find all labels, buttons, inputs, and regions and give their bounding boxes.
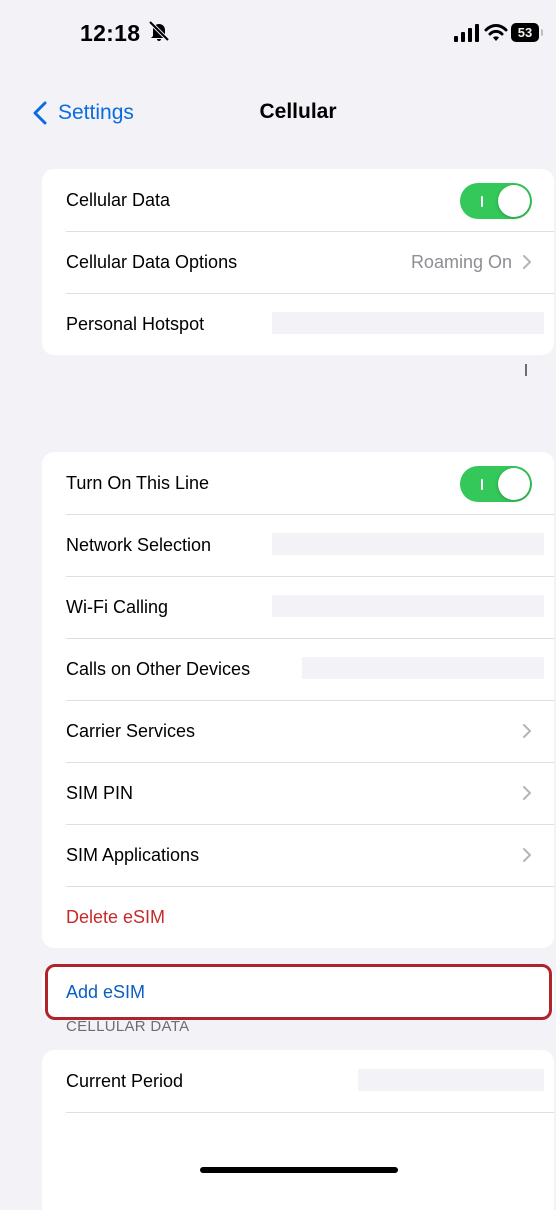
delete-esim-row[interactable]: Delete eSIM	[42, 886, 554, 948]
personal-hotspot-row[interactable]: Personal Hotspot	[42, 293, 554, 355]
silent-bell-icon	[148, 20, 170, 42]
redacted-value	[272, 533, 544, 555]
add-esim-row[interactable]: Add eSIM	[42, 966, 554, 1018]
current-period-row: Current Period	[42, 1050, 554, 1112]
usage-group: Current Period	[42, 1050, 554, 1210]
sim-applications-row[interactable]: SIM Applications	[42, 824, 554, 886]
wifi-icon	[484, 24, 508, 41]
cellular-data-section-header: CELLULAR DATA	[66, 1018, 190, 1035]
toggle-knob	[498, 468, 530, 500]
network-selection-label: Network Selection	[66, 534, 212, 555]
turn-on-line-label: Turn On This Line	[66, 472, 210, 493]
cellular-data-group: Cellular Data Cellular Data Options Roam…	[42, 169, 554, 355]
cellular-data-options-value: Roaming On	[410, 251, 512, 272]
next-row	[42, 1112, 554, 1174]
sim-pin-row[interactable]: SIM PIN	[42, 762, 554, 824]
cellular-data-label: Cellular Data	[66, 189, 171, 210]
wifi-calling-label: Wi-Fi Calling	[66, 596, 169, 617]
turn-on-line-row: Turn On This Line	[42, 452, 554, 514]
redacted-value	[358, 1069, 544, 1091]
sim-applications-chevron-group	[512, 824, 532, 886]
cellular-data-options-value-group: Roaming On	[411, 231, 532, 293]
sim-pin-chevron-group	[512, 762, 532, 824]
redacted-value	[302, 657, 544, 679]
cellular-data-row: Cellular Data	[42, 169, 554, 231]
home-indicator[interactable]	[200, 1167, 398, 1173]
wifi-calling-row[interactable]: Wi-Fi Calling	[42, 576, 554, 638]
calls-other-devices-label: Calls on Other Devices	[66, 658, 251, 679]
cellular-data-options-row[interactable]: Cellular Data Options Roaming On	[42, 231, 554, 293]
redacted-value	[272, 312, 544, 334]
chevron-right-icon	[523, 255, 531, 269]
network-selection-row[interactable]: Network Selection	[42, 514, 554, 576]
navigation-bar: Settings Cellular	[22, 84, 556, 144]
page-title: Cellular	[259, 100, 337, 123]
personal-hotspot-label: Personal Hotspot	[66, 313, 205, 334]
battery-level: 53	[517, 25, 533, 40]
carrier-services-label: Carrier Services	[66, 720, 196, 741]
add-esim-group: Add eSIM	[42, 966, 554, 1018]
sim-applications-label: SIM Applications	[66, 844, 200, 865]
signal-icon	[454, 24, 479, 42]
line-settings-group: Turn On This Line Network Selection Wi-F…	[42, 452, 554, 948]
cellular-data-toggle[interactable]	[460, 183, 532, 219]
current-period-label: Current Period	[66, 1070, 184, 1091]
turn-on-line-toggle[interactable]	[460, 466, 532, 502]
battery-icon: 53	[511, 23, 543, 42]
status-time: 12:18	[80, 20, 141, 46]
carrier-services-chevron-group	[512, 700, 532, 762]
small-mark	[525, 364, 527, 376]
add-esim-button: Add eSIM	[66, 981, 146, 1002]
status-bar: 12:18 53	[22, 0, 556, 70]
calls-other-devices-row[interactable]: Calls on Other Devices	[42, 638, 554, 700]
chevron-right-icon	[523, 848, 531, 862]
carrier-services-row[interactable]: Carrier Services	[42, 700, 554, 762]
delete-esim-button: Delete eSIM	[66, 906, 166, 927]
sim-pin-label: SIM PIN	[66, 782, 134, 803]
redacted-value	[272, 595, 544, 617]
cellular-data-options-label: Cellular Data Options	[66, 251, 238, 272]
chevron-right-icon	[523, 786, 531, 800]
toggle-knob	[498, 185, 530, 217]
screen: 12:18 53 Settings Cellular Cellular Data…	[22, 0, 556, 1210]
chevron-right-icon	[523, 724, 531, 738]
